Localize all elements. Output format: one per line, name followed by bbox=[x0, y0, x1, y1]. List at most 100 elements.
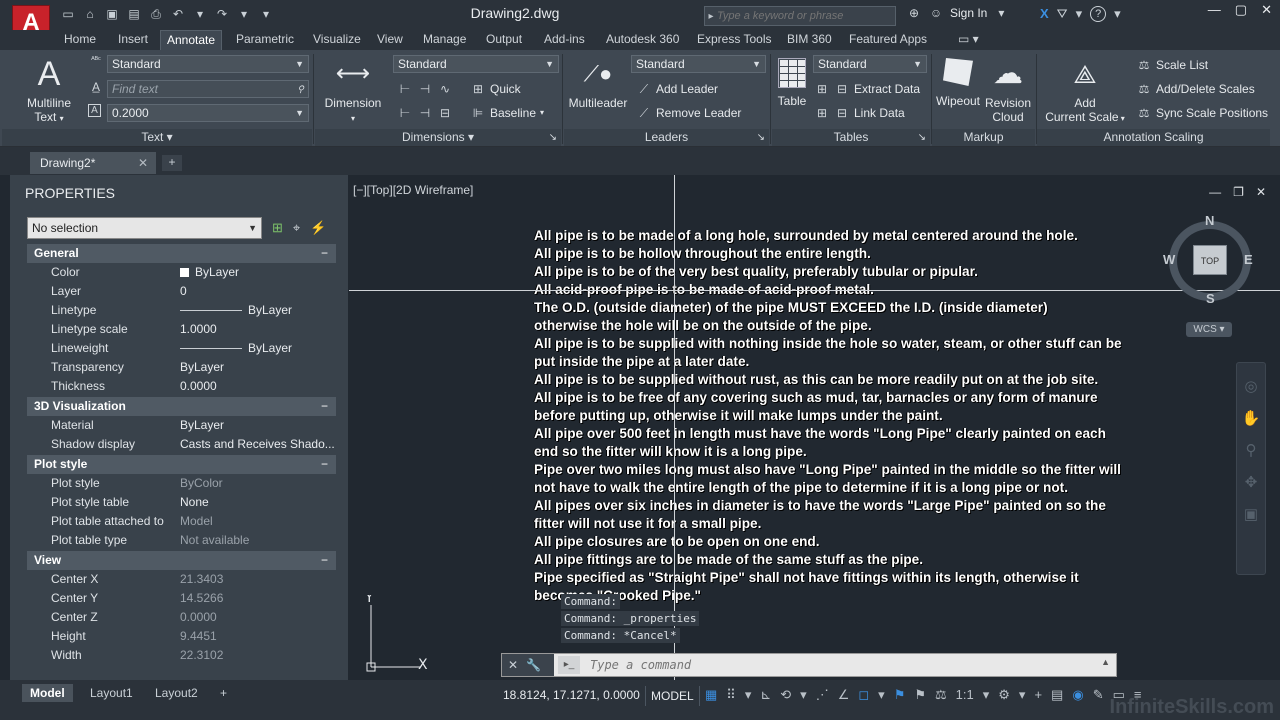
tab-express-tools[interactable]: Express Tools bbox=[691, 30, 777, 50]
redo-dropdown-icon[interactable]: ▾ bbox=[236, 6, 252, 22]
viewport-controls-label[interactable]: [−][Top][2D Wireframe] bbox=[353, 183, 473, 197]
viewcube[interactable]: TOP N S E W bbox=[1163, 213, 1255, 306]
property-value[interactable]: 0.0000 bbox=[180, 608, 336, 627]
baseline-dimension-button[interactable]: ⊫ Baseline ▾ bbox=[470, 104, 544, 122]
minimize-icon[interactable]: — bbox=[1208, 2, 1221, 18]
collapse-icon[interactable]: − bbox=[321, 551, 328, 570]
close-icon[interactable]: ✕ bbox=[1261, 2, 1272, 18]
property-value[interactable]: ByLayer bbox=[180, 358, 336, 377]
tab-home[interactable]: Home bbox=[58, 30, 102, 50]
viewport-close-icon[interactable]: ✕ bbox=[1256, 185, 1266, 199]
property-value[interactable]: 1.0000 bbox=[180, 320, 336, 339]
new-tab-button[interactable]: + bbox=[162, 155, 182, 171]
property-row[interactable]: Center X 21.3403 bbox=[27, 570, 336, 589]
property-row[interactable]: Plot table type Not available bbox=[27, 531, 336, 550]
tab-bim-360[interactable]: BIM 360 bbox=[781, 30, 838, 50]
hardware-acceleration-icon[interactable]: ◉ bbox=[1072, 687, 1083, 703]
binoculars-icon[interactable]: ⊕ bbox=[906, 6, 922, 20]
search-box[interactable]: ▸ bbox=[704, 6, 896, 26]
sign-in-dropdown-icon[interactable]: ▾ bbox=[993, 6, 1009, 20]
panel-title-dimensions[interactable]: Dimensions ▾ ↘ bbox=[315, 129, 561, 146]
help-icon[interactable]: ? bbox=[1090, 6, 1107, 22]
property-row[interactable]: Plot style table None bbox=[27, 493, 336, 512]
undo-dropdown-icon[interactable]: ▾ bbox=[192, 6, 208, 22]
annotation-monitor-icon[interactable]: + bbox=[1034, 687, 1042, 703]
coordinates-readout[interactable]: 18.8124, 17.1271, 0.0000 bbox=[503, 688, 640, 702]
search-input[interactable] bbox=[717, 10, 887, 22]
dim-inspect-icon[interactable]: ⊢ bbox=[397, 104, 413, 122]
section-general[interactable]: General − bbox=[27, 244, 336, 263]
section-view[interactable]: View − bbox=[27, 551, 336, 570]
annotation-scale-icon[interactable]: ⚖ bbox=[935, 687, 947, 703]
zoom-extents-icon[interactable]: ⚲ bbox=[1246, 441, 1257, 459]
property-value[interactable]: None bbox=[180, 493, 336, 512]
multiline-text-button[interactable]: A Multiline Text ▾ bbox=[20, 56, 78, 126]
leader-style-dropdown[interactable]: Standard ▼ bbox=[631, 55, 766, 73]
undo-icon[interactable]: ↶ bbox=[170, 6, 186, 22]
property-value[interactable]: Not available bbox=[180, 531, 336, 550]
ribbon-minimize-icon[interactable]: ▭ ▾ bbox=[952, 30, 985, 50]
command-input[interactable] bbox=[590, 657, 1070, 673]
pan-icon[interactable]: ✋ bbox=[1242, 409, 1261, 427]
wcs-menu[interactable]: WCS ▾ bbox=[1186, 322, 1232, 337]
autodesk-360-icon[interactable]: ⛛ bbox=[1057, 6, 1068, 22]
add-layout-icon[interactable]: + bbox=[212, 684, 235, 702]
property-row[interactable]: Transparency ByLayer bbox=[27, 358, 336, 377]
customize-qat-icon[interactable]: ▾ bbox=[258, 6, 274, 22]
ortho-icon[interactable]: ⊾ bbox=[760, 687, 771, 703]
viewcube-top-face[interactable]: TOP bbox=[1193, 245, 1227, 275]
dimension-button[interactable]: ⟷ Dimension ▾ bbox=[320, 56, 386, 126]
sync-scale-positions-button[interactable]: ⚖ Sync Scale Positions bbox=[1136, 104, 1268, 122]
selection-dropdown[interactable]: No selection ▼ bbox=[27, 217, 262, 239]
snap-dropdown-icon[interactable]: ▾ bbox=[745, 687, 752, 703]
link-data-button[interactable]: ⊞ ⊟ Link Data bbox=[814, 104, 905, 122]
command-history-toggle-icon[interactable]: ▲ bbox=[1101, 657, 1110, 667]
collapse-icon[interactable]: − bbox=[321, 397, 328, 416]
tab-visualize[interactable]: Visualize bbox=[307, 30, 367, 50]
save-icon[interactable]: ▣ bbox=[104, 6, 120, 22]
object-snap-icon[interactable]: ◻ bbox=[858, 687, 869, 703]
compass-south[interactable]: S bbox=[1206, 291, 1215, 306]
property-value[interactable]: 0.0000 bbox=[180, 377, 336, 396]
dim-space-icon[interactable]: ⊟ bbox=[437, 104, 453, 122]
isodraft-icon[interactable]: ⋰ bbox=[816, 687, 829, 703]
orbit-icon[interactable]: ✥ bbox=[1245, 473, 1258, 491]
property-row[interactable]: Layer 0 bbox=[27, 282, 336, 301]
compass-east[interactable]: E bbox=[1244, 252, 1253, 267]
snap-icon[interactable]: ⠿ bbox=[726, 687, 736, 703]
auto-scale-icon[interactable]: ⚑ bbox=[914, 687, 926, 703]
property-row[interactable]: Center Z 0.0000 bbox=[27, 608, 336, 627]
property-row[interactable]: Material ByLayer bbox=[27, 416, 336, 435]
panel-title-tables[interactable]: Tables ↘ bbox=[772, 129, 930, 146]
tab-parametric[interactable]: Parametric bbox=[230, 30, 300, 50]
section-plot-style[interactable]: Plot style − bbox=[27, 455, 336, 474]
find-text-field[interactable]: Find text ⚲ bbox=[107, 80, 309, 98]
new-icon[interactable]: ▭ bbox=[60, 6, 76, 22]
find-icon[interactable]: ⚲ bbox=[297, 81, 304, 97]
add-leader-button[interactable]: ⟋ Add Leader bbox=[636, 80, 718, 98]
tab-add-ins[interactable]: Add-ins bbox=[538, 30, 591, 50]
property-row[interactable]: Height 9.4451 bbox=[27, 627, 336, 646]
workspace-dropdown-icon[interactable]: ▾ bbox=[1019, 687, 1026, 703]
units-icon[interactable]: ▤ bbox=[1051, 687, 1063, 703]
tab-layout2[interactable]: Layout2 bbox=[147, 684, 206, 702]
extract-data-button[interactable]: ⊞ ⊟ Extract Data bbox=[814, 80, 920, 98]
property-value[interactable]: 22.3102 bbox=[180, 646, 336, 665]
object-snap-dropdown-icon[interactable]: ▾ bbox=[878, 687, 885, 703]
redo-icon[interactable]: ↷ bbox=[214, 6, 230, 22]
save-as-icon[interactable]: ▤ bbox=[126, 6, 142, 22]
tab-view[interactable]: View bbox=[371, 30, 409, 50]
viewport-minimize-icon[interactable]: — bbox=[1209, 185, 1221, 199]
tab-insert[interactable]: Insert bbox=[112, 30, 154, 50]
property-row[interactable]: Center Y 14.5266 bbox=[27, 589, 336, 608]
property-value[interactable]: 14.5266 bbox=[180, 589, 336, 608]
quick-select-icon[interactable]: ⚡ bbox=[310, 220, 326, 236]
tab-manage[interactable]: Manage bbox=[417, 30, 472, 50]
revision-cloud-button[interactable]: ☁ Revision Cloud bbox=[983, 56, 1033, 124]
quick-dimension-button[interactable]: ⊞ Quick bbox=[470, 80, 521, 98]
exchange-apps-icon[interactable]: X bbox=[1040, 6, 1049, 22]
open-icon[interactable]: ⌂ bbox=[82, 6, 98, 22]
command-line-customize-icon[interactable]: 🔧 bbox=[526, 658, 541, 672]
collapse-icon[interactable]: − bbox=[321, 244, 328, 263]
property-row[interactable]: Linetype ByLayer bbox=[27, 301, 336, 320]
